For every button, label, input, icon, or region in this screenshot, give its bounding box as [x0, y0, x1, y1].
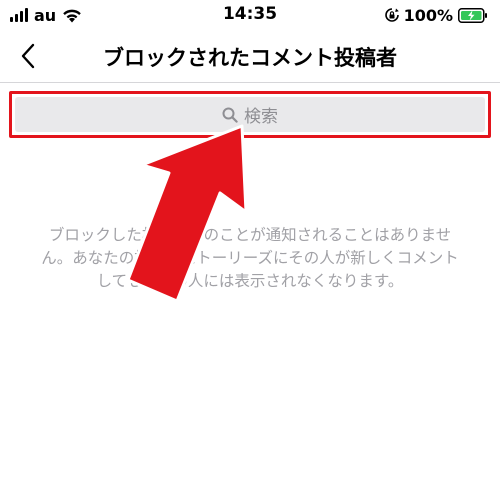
battery-charging-icon [458, 7, 487, 23]
back-button[interactable] [10, 38, 46, 74]
search-placeholder: 検索 [244, 107, 278, 127]
status-bar: au 14:35 100% [0, 0, 500, 30]
search-input[interactable]: 検索 [15, 97, 485, 132]
search-highlight-frame: 検索 [9, 91, 491, 138]
nav-bar: ブロックされたコメント投稿者 [0, 30, 500, 83]
page-title: ブロックされたコメント投稿者 [103, 46, 397, 70]
battery-percent: 100% [403, 5, 453, 25]
status-right: 100% [384, 5, 488, 25]
rotation-lock-icon [384, 8, 399, 22]
chevron-left-icon [21, 43, 35, 69]
blocked-commenters-description: ブロックした相手にそのことが通知されることはありません。あなたの投稿やストーリー… [41, 226, 459, 290]
search-icon [222, 107, 238, 123]
